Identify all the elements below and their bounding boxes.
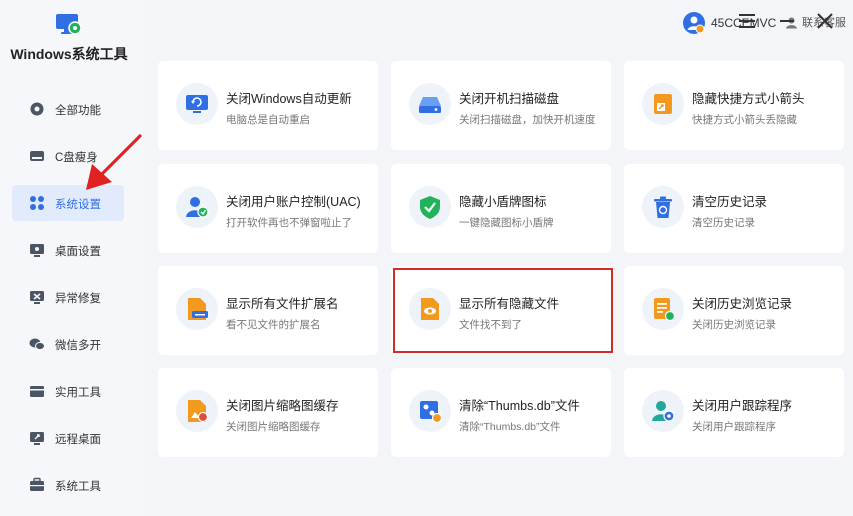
card-show-hidden-files[interactable]: 显示所有隐藏文件 文件找不到了 — [391, 266, 611, 355]
app-logo-icon — [56, 14, 81, 35]
card-subtitle: 关闭扫描磁盘，加快开机速度 — [459, 114, 596, 126]
annotation-arrow-icon — [86, 134, 142, 190]
card-subtitle: 电脑总是自动重启 — [226, 114, 310, 126]
card-title: 关闭开机扫描磁盘 — [459, 92, 560, 106]
card-subtitle: 清空历史记录 — [692, 217, 755, 229]
minimize-icon[interactable] — [776, 10, 798, 32]
card-clear-history[interactable]: 清空历史记录 清空历史记录 — [624, 164, 844, 253]
sidebar-item-system-tools[interactable]: 系统工具 — [12, 467, 124, 503]
shortcut-arrow-icon — [654, 94, 672, 114]
card-title: 关闭历史浏览记录 — [692, 297, 793, 311]
card-title: 清空历史记录 — [692, 195, 768, 209]
card-subtitle: 打开软件再也不弹窗啦止了 — [226, 217, 352, 229]
uac-icon — [186, 197, 209, 218]
thumbnail-icon — [188, 400, 209, 423]
card-disable-thumbnail-cache[interactable]: 关闭图片缩略图缓存 关闭图片缩略图缓存 — [158, 368, 378, 457]
toolbox-icon — [30, 386, 44, 397]
user-account[interactable]: 45CCEMVC — [683, 12, 776, 34]
repair-icon — [30, 291, 44, 304]
gear-icon — [30, 102, 44, 116]
close-icon[interactable] — [814, 10, 836, 32]
card-subtitle: 一键隐藏图标小盾牌 — [459, 217, 554, 229]
sidebar-item-utilities[interactable]: 实用工具 — [12, 373, 124, 409]
card-subtitle: 关闭历史浏览记录 — [692, 319, 776, 331]
card-subtitle: 关闭用户跟踪程序 — [692, 421, 776, 433]
card-subtitle: 看不见文件的扩展名 — [226, 319, 321, 331]
browse-history-icon — [654, 298, 676, 322]
grid-icon — [30, 196, 44, 210]
sidebar-item-label: 异常修复 — [55, 293, 101, 305]
card-subtitle: 文件找不到了 — [459, 319, 522, 331]
trash-icon — [654, 196, 672, 218]
card-title: 隐藏小盾牌图标 — [459, 195, 547, 209]
user-tracking-icon — [652, 401, 675, 422]
card-hide-shield-icon[interactable]: 隐藏小盾牌图标 一键隐藏图标小盾牌 — [391, 164, 611, 253]
monitor-icon — [30, 244, 44, 257]
card-title: 显示所有隐藏文件 — [459, 297, 560, 311]
avatar — [683, 12, 705, 34]
sidebar-item-label: 桌面设置 — [55, 246, 101, 258]
card-disable-uac[interactable]: 关闭用户账户控制(UAC) 打开软件再也不弹窗啦止了 — [158, 164, 378, 253]
card-hide-shortcut-arrow[interactable]: 隐藏快捷方式小箭头 快捷方式小箭头丢隐藏 — [624, 61, 844, 150]
card-subtitle: 关闭图片缩略图缓存 — [226, 421, 321, 433]
card-disable-windows-update[interactable]: 关闭Windows自动更新 电脑总是自动重启 — [158, 61, 378, 150]
card-disable-boot-disk-scan[interactable]: 关闭开机扫描磁盘 关闭扫描磁盘，加快开机速度 — [391, 61, 611, 150]
file-extension-icon — [188, 298, 208, 320]
drive-icon — [30, 151, 44, 161]
remote-icon — [30, 432, 44, 445]
sidebar-item-label: 实用工具 — [55, 387, 101, 399]
sidebar-item-wechat[interactable]: 微信多开 — [12, 326, 124, 362]
wechat-icon — [29, 338, 45, 351]
sidebar-item-label: 远程桌面 — [55, 434, 101, 446]
card-disable-browse-history[interactable]: 关闭历史浏览记录 关闭历史浏览记录 — [624, 266, 844, 355]
sidebar-item-label: 系统工具 — [55, 481, 101, 493]
thumbs-db-icon — [420, 401, 443, 424]
app-title: Windows系统工具 — [10, 46, 128, 62]
card-title: 关闭图片缩略图缓存 — [226, 399, 339, 413]
hidden-file-icon — [421, 298, 439, 320]
card-title: 关闭用户账户控制(UAC) — [226, 195, 361, 209]
windows-update-icon — [186, 95, 208, 113]
sidebar: Windows系统工具 全部功能 C盘瘦身 系统设置 桌面设置 异常修复 微信多… — [0, 0, 143, 516]
card-title: 关闭用户跟踪程序 — [692, 399, 793, 413]
card-show-file-extensions[interactable]: 显示所有文件扩展名 看不见文件的扩展名 — [158, 266, 378, 355]
card-subtitle: 快捷方式小箭头丢隐藏 — [692, 114, 797, 126]
card-title: 隐藏快捷方式小箭头 — [692, 92, 805, 106]
card-disable-user-tracking[interactable]: 关闭用户跟踪程序 关闭用户跟踪程序 — [624, 368, 844, 457]
card-clear-thumbs-db[interactable]: 清除“Thumbs.db”文件 清除“Thumbs.db”文件 — [391, 368, 611, 457]
briefcase-icon — [30, 477, 44, 491]
sidebar-item-all-functions[interactable]: 全部功能 — [12, 91, 124, 127]
sidebar-item-desktop-settings[interactable]: 桌面设置 — [12, 232, 124, 268]
shield-icon — [420, 196, 440, 219]
card-title: 显示所有文件扩展名 — [226, 297, 339, 311]
card-title: 关闭Windows自动更新 — [226, 92, 352, 106]
sidebar-item-label: 微信多开 — [55, 340, 101, 352]
user-icon — [687, 16, 705, 34]
card-subtitle: 清除“Thumbs.db”文件 — [459, 421, 561, 433]
card-title: 清除“Thumbs.db”文件 — [459, 399, 580, 413]
sidebar-item-label: 全部功能 — [55, 105, 101, 117]
disk-scan-icon — [419, 97, 441, 113]
sidebar-item-remote-desktop[interactable]: 远程桌面 — [12, 420, 124, 456]
sidebar-item-label: 系统设置 — [55, 199, 101, 211]
menu-icon[interactable] — [736, 10, 758, 32]
sidebar-item-repair[interactable]: 异常修复 — [12, 279, 124, 315]
